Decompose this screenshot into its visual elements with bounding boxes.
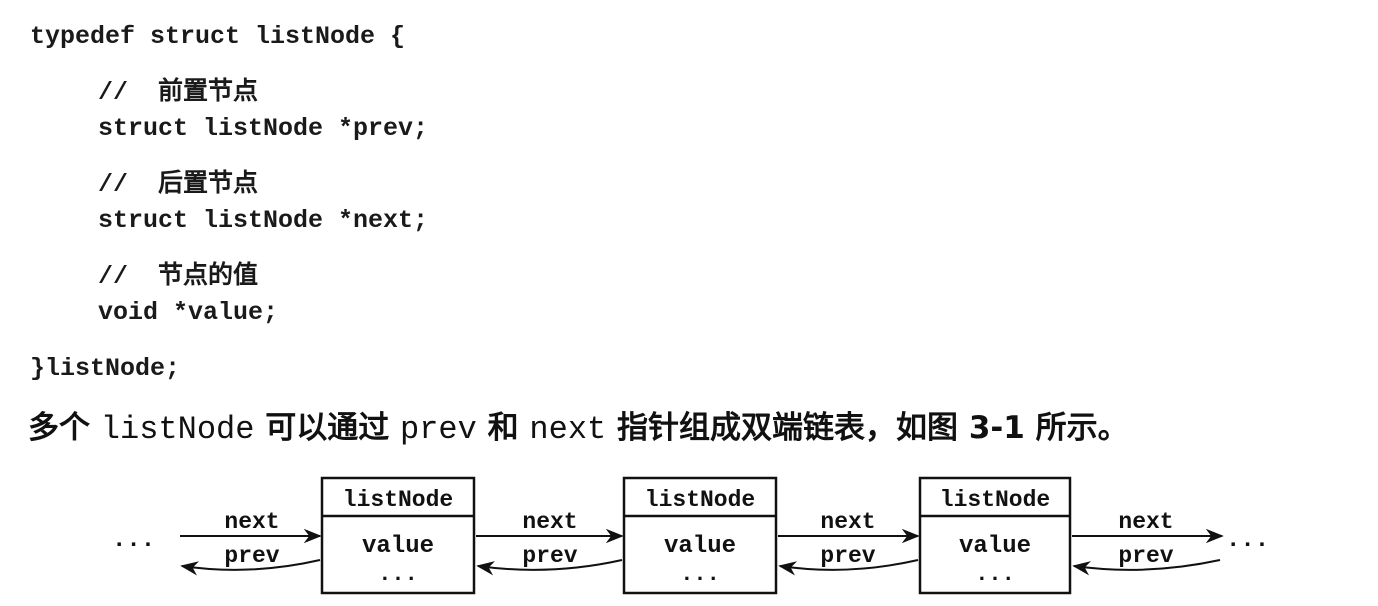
right-ellipsis: ... <box>1226 527 1269 554</box>
node-3-value: value <box>959 533 1031 560</box>
edge-0-next-label: next <box>224 509 279 535</box>
edge-2-prev-label: prev <box>820 543 875 569</box>
list-node-2: listNode value ... <box>622 476 778 595</box>
node-1-dots: ... <box>378 562 418 587</box>
list-node-3: listNode value ... <box>918 476 1072 595</box>
edge-2: next prev <box>778 509 920 576</box>
edge-1-next-label: next <box>522 509 577 535</box>
node-2-title: listNode <box>645 487 755 513</box>
left-ellipsis: ... <box>112 527 155 554</box>
node-3-title: listNode <box>940 487 1050 513</box>
node-1-title: listNode <box>343 487 453 513</box>
edge-2-next-label: next <box>820 509 875 535</box>
node-2-value: value <box>664 533 736 560</box>
list-node-1: listNode value ... <box>320 476 476 595</box>
linked-list-diagram: ... ... listNode value ... listNode valu… <box>112 476 1269 595</box>
node-2-dots: ... <box>680 562 720 587</box>
edge-3-prev-label: prev <box>1118 543 1173 569</box>
edge-1-prev-label: prev <box>522 543 577 569</box>
edge-3: next prev <box>1072 509 1224 576</box>
node-1-value: value <box>362 533 434 560</box>
node-3-dots: ... <box>975 562 1015 587</box>
edge-1: next prev <box>476 509 624 576</box>
edge-0: next prev <box>180 509 322 576</box>
edge-3-next-label: next <box>1118 509 1173 535</box>
edge-0-prev-label: prev <box>224 543 279 569</box>
